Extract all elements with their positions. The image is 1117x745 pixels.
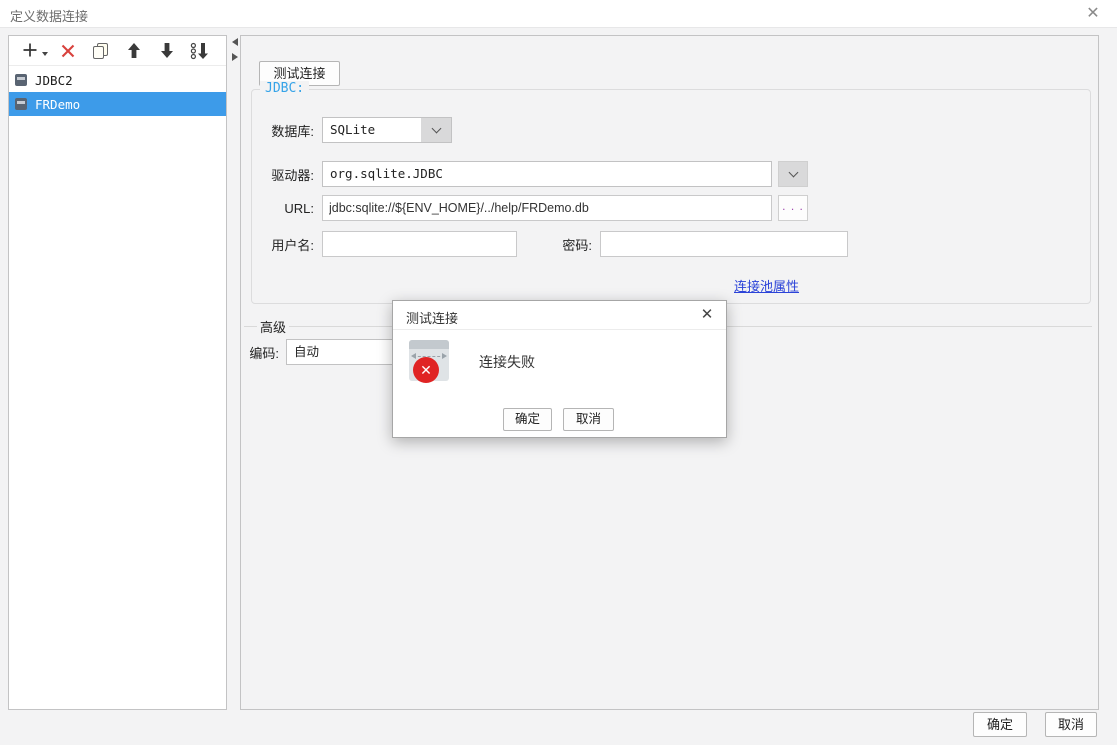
dialog-close-icon[interactable]: ✕: [698, 306, 716, 324]
delete-icon: [61, 44, 74, 57]
sort-icon: [190, 42, 208, 59]
advanced-title: 高级: [260, 319, 287, 335]
jdbc-group: JDBC: 数据库: SQLite 驱动器: org.sqlite.JDBC U…: [251, 81, 1091, 304]
chevron-down-icon[interactable]: [421, 118, 451, 142]
move-down-icon: [160, 43, 173, 58]
password-label: 密码:: [562, 237, 592, 253]
connection-toolbar: [9, 36, 226, 66]
database-label: 数据库:: [271, 123, 314, 139]
collapse-left-icon[interactable]: [232, 38, 238, 46]
copy-icon: [92, 42, 108, 59]
window-close-icon[interactable]: ✕: [1083, 4, 1103, 24]
dialog-title: 测试连接: [406, 311, 459, 326]
database-value: SQLite: [330, 122, 376, 137]
driver-label: 驱动器:: [271, 167, 314, 183]
password-input[interactable]: [600, 231, 848, 257]
copy-connection-button[interactable]: [84, 39, 117, 63]
list-item-label: FRDemo: [35, 96, 81, 112]
separator-line: [244, 325, 257, 327]
add-connection-button[interactable]: [18, 39, 51, 63]
url-input[interactable]: [322, 195, 772, 221]
connection-icon: [15, 98, 27, 110]
add-icon: [23, 43, 36, 56]
window-title: 定义数据连接: [10, 9, 89, 24]
driver-value: org.sqlite.JDBC: [330, 166, 443, 181]
username-label: 用户名:: [271, 237, 314, 253]
titlebar: 定义数据连接 ✕: [0, 0, 1117, 28]
username-input[interactable]: [322, 231, 517, 257]
connection-list-panel: JDBC2 FRDemo: [8, 35, 227, 710]
add-dropdown-arrow-icon: [41, 51, 48, 56]
connection-icon: [15, 74, 27, 86]
list-item-jdbc2[interactable]: JDBC2: [9, 68, 226, 92]
encoding-label: 编码:: [249, 345, 279, 361]
dialog-titlebar: 测试连接 ✕: [393, 301, 726, 330]
list-item-label: JDBC2: [35, 72, 73, 88]
chevron-down-icon: [788, 167, 798, 178]
define-data-connection-dialog: 定义数据连接 ✕ JDBC2 FRDemo 测试连接 JDBC: 数据库: SQ…: [0, 0, 1117, 745]
connection-list: JDBC2 FRDemo: [9, 66, 226, 116]
dialog-ok-button[interactable]: 确定: [503, 408, 552, 431]
ok-button[interactable]: 确定: [973, 712, 1027, 737]
mini-titlebar: [409, 340, 449, 349]
driver-dropdown-button[interactable]: [778, 161, 808, 187]
move-up-button[interactable]: [117, 39, 150, 63]
database-select[interactable]: SQLite: [322, 117, 452, 143]
sort-button[interactable]: [183, 39, 216, 63]
driver-input[interactable]: org.sqlite.JDBC: [322, 161, 772, 187]
move-up-icon: [127, 43, 140, 58]
dialog-message: 连接失败: [479, 354, 535, 370]
error-badge-icon: ✕: [413, 357, 439, 383]
move-down-button[interactable]: [150, 39, 183, 63]
collapse-right-icon[interactable]: [232, 53, 238, 61]
cancel-button[interactable]: 取消: [1045, 712, 1097, 737]
delete-connection-button[interactable]: [51, 39, 84, 63]
url-label: URL:: [284, 200, 314, 216]
dialog-cancel-button[interactable]: 取消: [563, 408, 614, 431]
jdbc-group-title: JDBC:: [260, 81, 310, 96]
browse-button[interactable]: . . .: [778, 195, 808, 221]
connection-pool-link[interactable]: 连接池属性: [734, 276, 799, 295]
test-connection-dialog: 测试连接 ✕ ✕ 连接失败 确定 取消: [392, 300, 727, 438]
list-item-frdemo[interactable]: FRDemo: [9, 92, 226, 116]
